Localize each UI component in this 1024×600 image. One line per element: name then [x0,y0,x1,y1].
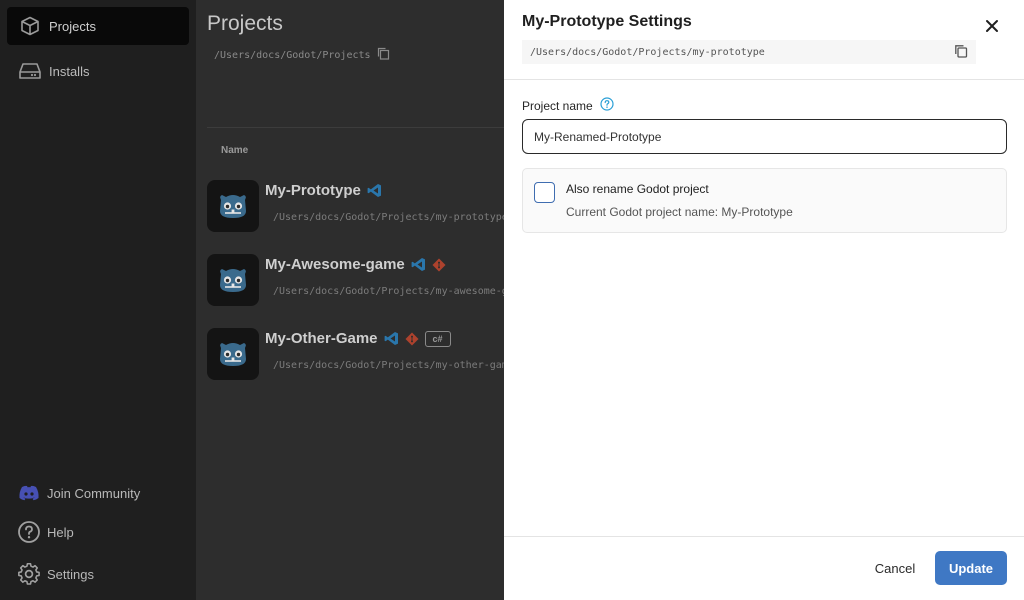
rename-option-label: Also rename Godot project [566,182,709,196]
page-title: Projects [207,12,283,35]
project-row[interactable]: My-Other-Game c# /Users/docs/Godot/Proje… [207,328,527,382]
drawer-title: My-Prototype Settings [522,13,692,30]
project-name: My-Prototype [265,182,382,199]
close-icon [985,19,999,38]
column-header-name[interactable]: Name [221,145,248,156]
sidebar-item-projects[interactable]: Projects [7,7,189,45]
project-path: /Users/docs/Godot/Projects/my-awesome-ga… [273,286,513,297]
project-name-text: My-Awesome-game [265,256,405,273]
rename-godot-project-checkbox[interactable] [534,182,555,203]
git-icon [432,257,446,272]
divider [504,536,1024,537]
project-name-label-text: Project name [522,98,593,113]
join-community-link[interactable]: Join Community [17,481,140,505]
copy-icon[interactable] [954,44,968,61]
project-name-label: Project name [522,97,614,114]
drive-icon [19,60,41,82]
project-path: /Users/docs/Godot/Projects/my-prototype [273,212,508,223]
vscode-icon [384,331,399,346]
projects-path: /Users/docs/Godot/Projects [214,47,390,63]
copy-icon[interactable] [377,47,390,63]
project-name: My-Other-Game c# [265,330,451,347]
divider [504,79,1024,80]
project-name-text: My-Other-Game [265,330,378,347]
project-row[interactable]: My-Prototype /Users/docs/Godot/Projects/… [207,180,527,234]
help-icon [17,520,41,544]
sidebar-item-label: Projects [49,18,96,34]
sidebar-item-installs[interactable]: Installs [7,52,189,90]
update-button[interactable]: Update [935,551,1007,585]
project-row[interactable]: My-Awesome-game /Users/docs/Godot/Projec… [207,254,527,308]
table-divider [207,127,527,128]
box-icon [19,15,41,37]
project-settings-drawer: My-Prototype Settings /Users/docs/Godot/… [504,0,1024,600]
project-path-text: /Users/docs/Godot/Projects/my-prototype [530,46,765,58]
git-icon [405,331,419,346]
project-path: /Users/docs/Godot/Projects/my-other-game [273,360,513,371]
join-community-label: Join Community [47,485,141,501]
rename-option-detail: Current Godot project name: My-Prototype [566,205,793,219]
project-path-bar: /Users/docs/Godot/Projects/my-prototype [522,40,976,64]
project-name-input[interactable] [522,119,1007,154]
project-name: My-Awesome-game [265,256,446,273]
settings-label: Settings [47,566,94,582]
project-name-text: My-Prototype [265,182,361,199]
gear-icon [17,562,41,586]
vscode-icon [411,257,426,272]
sidebar: Projects Installs Join Community Help Se… [0,0,196,600]
help-icon[interactable] [600,97,614,114]
cancel-button[interactable]: Cancel [862,551,928,585]
godot-logo-icon [207,180,259,232]
godot-logo-icon [207,328,259,380]
close-button[interactable] [981,17,1003,39]
godot-logo-icon [207,254,259,306]
help-link[interactable]: Help [17,520,74,544]
help-label: Help [47,524,74,540]
csharp-badge: c# [424,330,451,347]
settings-link[interactable]: Settings [17,562,94,586]
discord-icon [17,481,41,505]
sidebar-item-label: Installs [49,63,90,79]
rename-godot-project-option: Also rename Godot project Current Godot … [522,168,1007,233]
projects-path-text: /Users/docs/Godot/Projects [214,49,371,61]
vscode-icon [367,183,382,198]
